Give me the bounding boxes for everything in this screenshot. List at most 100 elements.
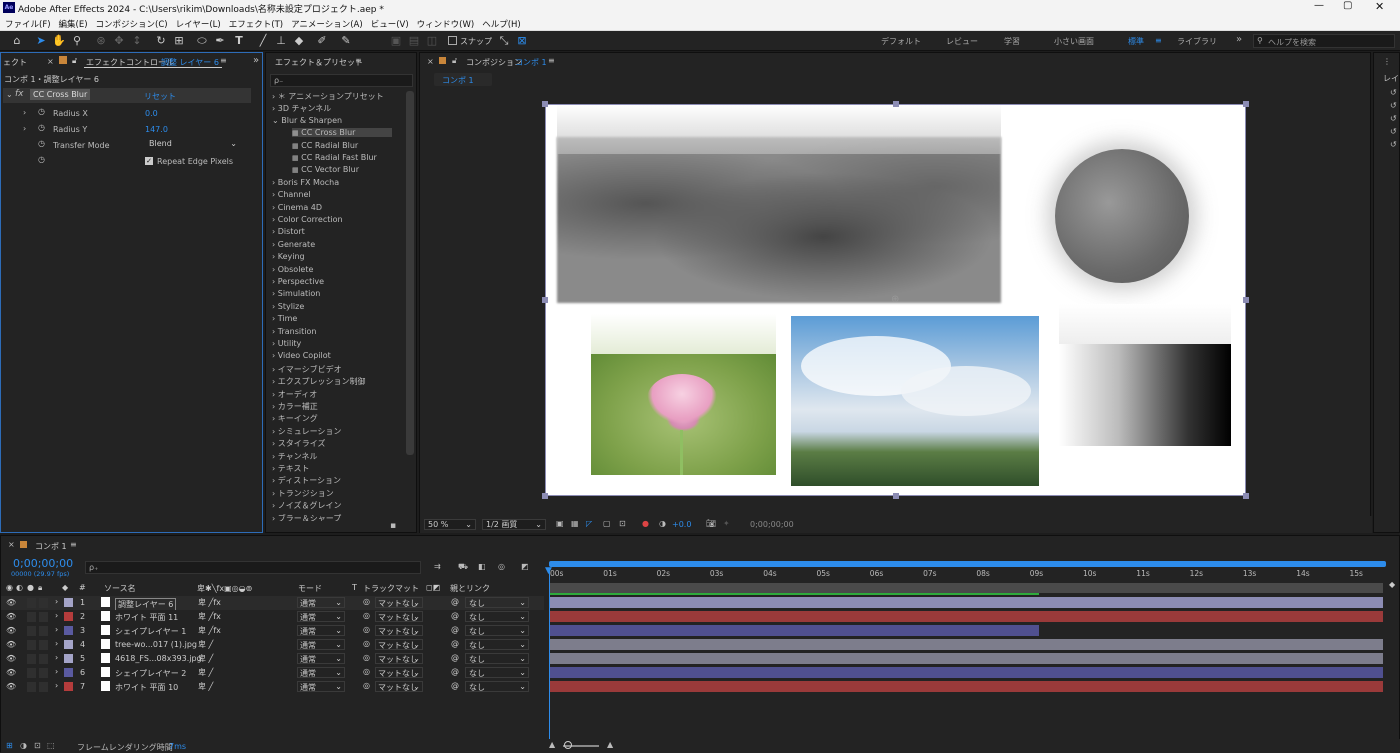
pickwhip-icon[interactable]: @ xyxy=(451,611,459,620)
layer-switches-icon[interactable]: 卑 ╱fx xyxy=(198,611,221,622)
work-area-bar[interactable] xyxy=(549,583,1383,593)
tree-item-blur-sharpen[interactable]: ⌄ Blur & Sharpen xyxy=(272,116,342,125)
minimize-icon[interactable]: — xyxy=(1314,0,1324,11)
show-snapshot-icon[interactable]: ✦ xyxy=(723,519,730,528)
transfer-mode-dropdown[interactable]: Blend ⌄ xyxy=(146,139,241,150)
layer-duration-bar[interactable] xyxy=(549,639,1383,650)
workspace-default[interactable]: デフォルト xyxy=(881,36,921,47)
table-row[interactable]: 👁︎ › 5 4618_FS...08x393.jpg 卑 ╱ 通常 ⌄ ◎ マットなし ⌄ @ なし… xyxy=(1,652,544,666)
eye-icon[interactable]: 👁︎ xyxy=(6,640,16,649)
tree-item-category[interactable]: › Generate xyxy=(272,240,315,249)
tree-item-category[interactable]: › Channel xyxy=(272,190,311,199)
matte-icons[interactable]: ◻◩ xyxy=(426,583,440,592)
layer-switches-icon[interactable]: 卑 ╱ xyxy=(198,639,213,650)
tree-item-category[interactable]: › Perspective xyxy=(272,277,324,286)
timeline-timecode[interactable]: 0;00;00;00 xyxy=(13,557,73,570)
trackmatte-header[interactable]: トラックマット xyxy=(363,583,419,594)
trackmatte-dropdown[interactable]: マットなし ⌄ xyxy=(375,597,423,608)
brush-tool-icon[interactable]: ╱ xyxy=(255,33,271,49)
color-channel-icon[interactable]: ● xyxy=(642,519,649,528)
timeline-search-input[interactable]: ρ₊ xyxy=(85,561,421,574)
eye-icon[interactable]: 👁︎ xyxy=(6,598,16,607)
pickwhip-icon[interactable]: @ xyxy=(451,667,459,676)
undo-icon[interactable]: ↺ xyxy=(1390,101,1397,110)
tree-item-category[interactable]: › シミュレーション xyxy=(272,426,341,437)
mode-dropdown[interactable]: 通常 ⌄ xyxy=(297,681,345,692)
menu-animation[interactable]: アニメーション(A) xyxy=(286,16,366,30)
stopwatch-icon[interactable]: ◷ xyxy=(38,155,45,164)
zoom-slider-knob[interactable] xyxy=(564,741,572,749)
shy-layers-icon[interactable]: ◧ xyxy=(478,562,486,571)
mode-dropdown[interactable]: 通常 ⌄ xyxy=(297,625,345,636)
workspace-review[interactable]: レビュー xyxy=(946,36,978,47)
layer-duration-bar[interactable] xyxy=(549,653,1383,664)
tree-item-category[interactable]: › Transition xyxy=(272,327,316,336)
layer-name[interactable]: シェイプレイヤー 1 xyxy=(115,626,186,637)
lock-box[interactable] xyxy=(39,598,48,608)
tree-item-category[interactable]: › チャンネル xyxy=(272,451,318,462)
layer-name[interactable]: tree-wo...017 (1).jpg xyxy=(115,640,197,649)
effects-search-input[interactable]: ρ₋ xyxy=(270,74,413,87)
solo-box[interactable] xyxy=(27,640,36,650)
effect-header-row[interactable]: ⌄ fx CC Cross Blur リセット xyxy=(3,88,251,103)
video-switch-icon[interactable]: ◉ xyxy=(6,583,13,592)
trackmatte-icon[interactable]: ◎ xyxy=(363,625,370,634)
trackmatte-dropdown[interactable]: マットなし ⌄ xyxy=(375,681,423,692)
pan-tool-icon[interactable]: ✥ xyxy=(111,33,127,49)
transform-handle[interactable] xyxy=(542,493,548,499)
tree-item-category[interactable]: › ブラー＆シャープ xyxy=(272,513,341,521)
transform-handle[interactable] xyxy=(542,297,548,303)
graph-editor-icon[interactable]: ◩ xyxy=(521,562,529,571)
stopwatch-icon[interactable]: ◷ xyxy=(38,139,45,148)
workspace-standard[interactable]: 標準 xyxy=(1128,36,1144,47)
tree-item-cc-radial-blur[interactable]: ▦ CC Radial Blur xyxy=(292,141,358,150)
workspace-overflow-icon[interactable]: » xyxy=(1236,34,1242,45)
radius-y-value[interactable]: 147.0 xyxy=(145,125,168,134)
panel-menu-icon[interactable]: ≡ xyxy=(70,540,77,549)
layer-switches-icon[interactable]: 卑 ╱fx xyxy=(198,597,221,608)
tab-lock2-icon[interactable]: 🔓︎ xyxy=(72,56,77,66)
lock-switch-icon[interactable]: 🔒︎ xyxy=(38,583,42,593)
workspace-learn[interactable]: 学習 xyxy=(1004,36,1020,47)
time-navigator[interactable] xyxy=(549,561,1386,567)
undo-icon[interactable]: ↺ xyxy=(1390,140,1397,149)
composition-tab-comp[interactable]: コンポ 1 xyxy=(515,57,547,68)
pickwhip-icon[interactable]: @ xyxy=(451,639,459,648)
solo-box[interactable] xyxy=(27,626,36,636)
tree-item-category[interactable]: › Boris FX Mocha xyxy=(272,178,339,187)
close-tab-icon[interactable]: × xyxy=(47,57,54,66)
mode-dropdown[interactable]: 通常 ⌄ xyxy=(297,597,345,608)
tree-item-category[interactable]: › スタイライズ xyxy=(272,438,326,449)
composition-tab[interactable]: コンポジション xyxy=(466,57,522,68)
expand-icon[interactable]: › xyxy=(23,124,26,133)
comp-subtab[interactable]: コンポ 1 xyxy=(434,73,492,86)
rotate-tool-icon[interactable]: ↻ xyxy=(153,33,169,49)
tree-item-category[interactable]: › キーイング xyxy=(272,413,318,424)
table-row[interactable]: 👁︎ › 2 ホワイト 平面 11 卑 ╱fx 通常 ⌄ ◎ マットなし ⌄ @ なし ⌄ xyxy=(1,610,544,624)
menu-layer[interactable]: レイヤー(L) xyxy=(171,16,224,30)
expand-chevron-icon[interactable]: › xyxy=(55,611,58,620)
panel-overflow-icon[interactable]: » xyxy=(253,55,259,66)
tree-item-cc-vector-blur[interactable]: ▦ CC Vector Blur xyxy=(292,165,359,174)
eye-icon[interactable]: 👁︎ xyxy=(6,612,16,621)
layer-name[interactable]: シェイプレイヤー 2 xyxy=(115,668,186,679)
tree-item-category[interactable]: › カラー補正 xyxy=(272,401,318,412)
snap-edge-icon[interactable]: ⊠ xyxy=(514,33,530,49)
menu-window[interactable]: ウィンドウ(W) xyxy=(412,16,478,30)
transform-handle[interactable] xyxy=(1243,101,1249,107)
panel-menu-icon[interactable]: ≡ xyxy=(355,56,362,65)
tree-item-3d-channel[interactable]: › 3D チャンネル xyxy=(272,103,331,114)
ellipse-tool-icon[interactable]: ⬭ xyxy=(194,33,210,49)
world-axis-icon[interactable]: ▤ xyxy=(406,33,422,49)
trackmatte-icon[interactable]: ◎ xyxy=(363,597,370,606)
trackmatte-dropdown[interactable]: マットなし ⌄ xyxy=(375,653,423,664)
table-row[interactable]: 👁︎ › 1 調整レイヤー 6卑 ╱fx 通常 ⌄ ◎ マットなし ⌄ @ なし ⌄ xyxy=(1,596,544,611)
transform-handle[interactable] xyxy=(542,101,548,107)
effect-tab-left[interactable]: ェクト xyxy=(3,57,27,68)
tree-item-category[interactable]: › Simulation xyxy=(272,289,320,298)
parent-dropdown[interactable]: なし ⌄ xyxy=(465,625,529,636)
radius-x-value[interactable]: 0.0 xyxy=(145,109,158,118)
snapshot-icon[interactable]: 📷︎ xyxy=(706,519,716,528)
expand-chevron-icon[interactable]: › xyxy=(55,597,58,606)
pickwhip-icon[interactable]: @ xyxy=(451,625,459,634)
